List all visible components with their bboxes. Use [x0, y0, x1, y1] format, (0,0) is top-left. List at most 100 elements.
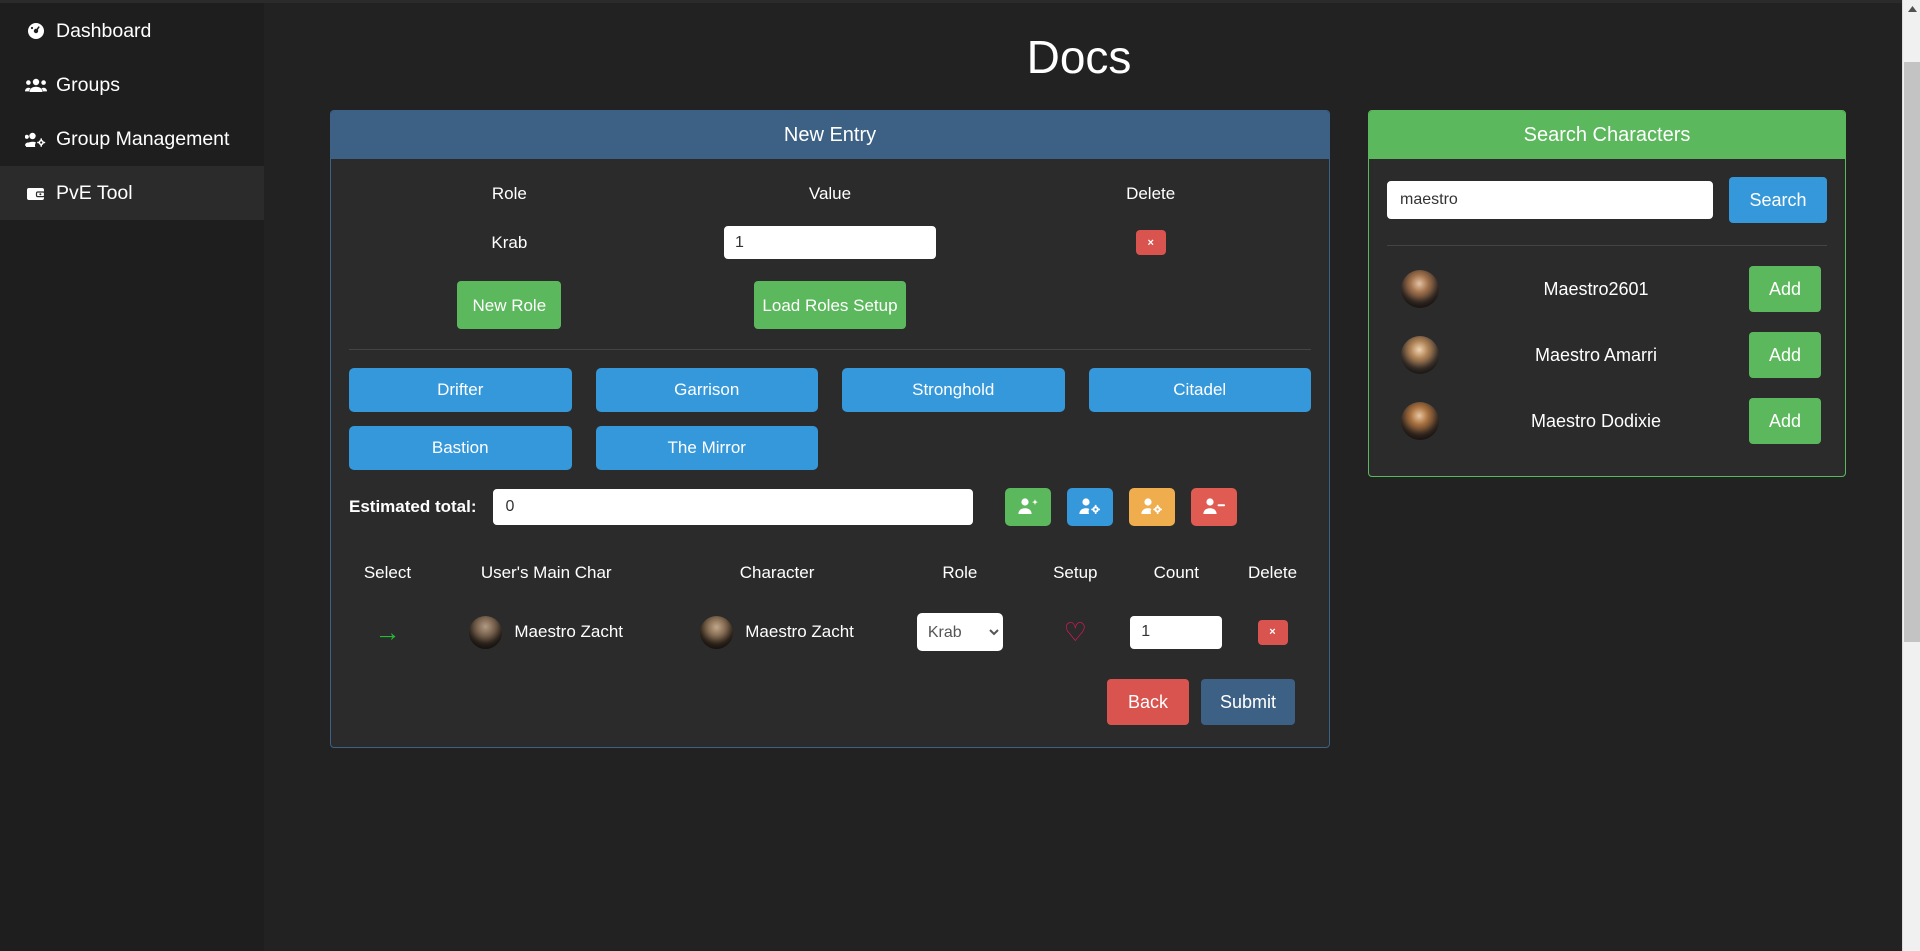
members-table: Select User's Main Char Character Role S…	[349, 562, 1311, 655]
content-columns: New Entry Role Value Delete Krab ×	[264, 110, 1920, 748]
role-value-cell	[670, 220, 991, 269]
search-card-header: Search Characters	[1369, 111, 1845, 159]
page-title: Docs	[1026, 31, 1132, 83]
add-user-button[interactable]	[1004, 488, 1051, 526]
estimated-total-input[interactable]	[492, 489, 973, 525]
new-entry-card-header: New Entry	[331, 111, 1329, 159]
header-select: Select	[363, 563, 412, 582]
remove-user-button[interactable]	[1190, 488, 1237, 526]
role-value-input[interactable]	[723, 226, 936, 259]
application-window: Dashboard Groups Group Management PvE To…	[0, 0, 1920, 951]
wallet-icon	[25, 183, 47, 203]
add-character-button[interactable]: Add	[1749, 332, 1821, 378]
site-buttons-grid: Drifter Garrison Stronghold Citadel Bast…	[349, 368, 1311, 470]
new-entry-card: New Entry Role Value Delete Krab ×	[330, 110, 1330, 748]
user-config-icon	[1140, 497, 1164, 518]
select-arrow-icon[interactable]: →	[374, 619, 400, 645]
character-name: Maestro Zacht	[745, 622, 854, 641]
list-item: Maestro2601 Add	[1387, 256, 1827, 322]
roles-header-delete: Delete	[1126, 184, 1176, 203]
roles-grid: Role Value Delete Krab ×	[349, 171, 1311, 269]
main-char-cell: Maestro Zacht	[426, 615, 667, 649]
new-role-cell: New Role	[349, 281, 670, 329]
estimated-total-row: Estimated total:	[349, 488, 1311, 526]
avatar	[1401, 402, 1439, 440]
scrollbar-thumb[interactable]	[1904, 62, 1920, 642]
cell-delete: ×	[1234, 609, 1311, 655]
roles-header-role: Role	[491, 184, 527, 203]
cell-main-char: Maestro Zacht	[426, 609, 667, 655]
new-role-button[interactable]: New Role	[457, 281, 562, 329]
header-role: Role	[942, 563, 978, 582]
sidebar-item-dashboard[interactable]: Dashboard	[0, 4, 264, 58]
search-row: Search	[1387, 177, 1827, 223]
new-entry-card-body: Role Value Delete Krab × New Rol	[331, 159, 1329, 747]
cell-role: Krab	[888, 609, 1032, 655]
header-count: Count	[1153, 563, 1199, 582]
search-button[interactable]: Search	[1729, 177, 1827, 223]
list-item: Maestro Dodixie Add	[1387, 388, 1827, 454]
avatar	[700, 615, 734, 649]
count-input[interactable]	[1130, 615, 1223, 649]
load-roles-cell: Load Roles Setup	[670, 281, 991, 329]
user-config-button[interactable]	[1128, 488, 1175, 526]
submit-button[interactable]: Submit	[1201, 679, 1295, 725]
sidebar-item-group-management[interactable]: Group Management	[0, 112, 264, 166]
back-button[interactable]: Back	[1107, 679, 1189, 725]
result-name: Maestro Amarri	[1534, 344, 1658, 365]
add-user-icon	[1017, 497, 1039, 518]
table-row: → Maestro Zacht Maestro Zacht Krab ♡ 1 ×	[349, 609, 1311, 655]
heart-icon[interactable]: ♡	[1064, 619, 1087, 645]
delete-role-button[interactable]: ×	[1135, 230, 1166, 255]
header-character: Character	[739, 563, 815, 582]
sidebar-item-pve-tool[interactable]: PvE Tool	[0, 166, 264, 220]
sidebar-item-label: Dashboard	[56, 19, 152, 42]
site-button-the-mirror[interactable]: The Mirror	[595, 426, 818, 470]
role-select[interactable]: Krab	[916, 613, 1003, 651]
result-name: Maestro2601	[1543, 278, 1649, 299]
site-button-stronghold[interactable]: Stronghold	[842, 368, 1065, 412]
site-button-drifter[interactable]: Drifter	[349, 368, 572, 412]
tachometer-icon	[25, 21, 47, 41]
sidebar-item-label: Groups	[56, 73, 120, 96]
avatar	[1401, 336, 1439, 374]
cell-character: Maestro Zacht	[666, 609, 887, 655]
form-footer-actions: Back Submit	[349, 679, 1311, 725]
cell-setup: ♡	[1032, 609, 1119, 655]
search-divider	[1387, 245, 1827, 246]
members-table-body: → Maestro Zacht Maestro Zacht Krab ♡ 1 ×	[349, 609, 1311, 655]
site-button-bastion[interactable]: Bastion	[349, 426, 572, 470]
remove-user-icon	[1202, 497, 1226, 518]
users-icon	[25, 75, 47, 95]
avatar	[469, 615, 503, 649]
user-settings-icon	[1078, 497, 1102, 518]
search-input[interactable]	[1387, 181, 1713, 219]
scroll-up-arrow-icon[interactable]	[1903, 0, 1920, 18]
main-char-name: Maestro Zacht	[514, 622, 624, 641]
sidebar-item-label: Group Management	[56, 127, 230, 150]
header-setup: Setup	[1053, 563, 1098, 582]
delete-member-button[interactable]: ×	[1257, 619, 1288, 645]
sidebar: Dashboard Groups Group Management PvE To…	[0, 0, 264, 951]
role-actions-row: New Role Load Roles Setup	[349, 281, 1311, 329]
members-table-head: Select User's Main Char Character Role S…	[349, 562, 1311, 609]
search-characters-card: Search Characters Search Maestro2601 Add	[1368, 110, 1846, 477]
avatar	[1401, 270, 1439, 308]
role-name: Krab	[491, 232, 528, 252]
sidebar-item-groups[interactable]: Groups	[0, 58, 264, 112]
add-character-button[interactable]: Add	[1749, 398, 1821, 444]
site-button-citadel[interactable]: Citadel	[1088, 368, 1311, 412]
users-cog-icon	[25, 129, 47, 149]
add-character-button[interactable]: Add	[1749, 266, 1821, 312]
vertical-scrollbar[interactable]	[1902, 0, 1920, 951]
header-delete: Delete	[1247, 563, 1298, 582]
cell-select: →	[349, 609, 426, 655]
member-action-buttons	[1004, 488, 1237, 526]
cell-count	[1119, 609, 1234, 655]
divider	[349, 349, 1311, 350]
members-table-header-row: Select User's Main Char Character Role S…	[349, 562, 1311, 609]
site-button-garrison[interactable]: Garrison	[595, 368, 818, 412]
user-settings-button[interactable]	[1066, 488, 1113, 526]
load-roles-setup-button[interactable]: Load Roles Setup	[753, 281, 906, 329]
estimated-total-label: Estimated total:	[349, 497, 477, 516]
